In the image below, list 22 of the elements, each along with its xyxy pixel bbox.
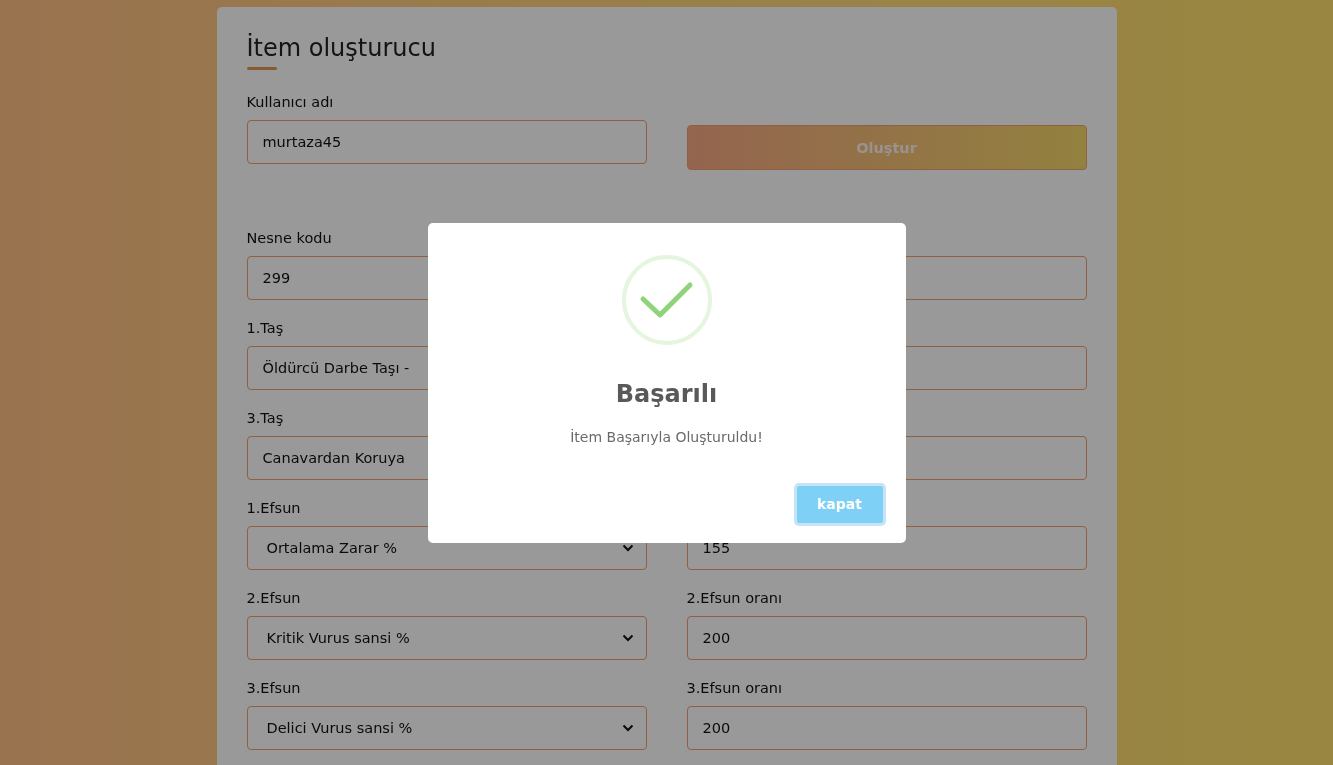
- dialog-message: İtem Başarıyla Oluşturuldu!: [570, 427, 763, 447]
- input-field[interactable]: 200: [686, 706, 1087, 750]
- success-check-icon: [621, 254, 712, 345]
- field-label: 1.Taş: [246, 319, 284, 338]
- field-label: Kullanıcı adı: [246, 93, 334, 112]
- field-label: 3.Efsun: [246, 679, 301, 698]
- page-title: İtem oluşturucu: [246, 33, 436, 63]
- field-label: 1.Efsun: [246, 499, 301, 518]
- field-label: 2.Efsun: [246, 589, 301, 608]
- select-field[interactable]: Delici Vurus sansi %: [246, 706, 647, 750]
- chevron-icon: [621, 544, 634, 552]
- chevron-icon: [621, 634, 634, 642]
- chevron-icon: [621, 724, 634, 732]
- input-field[interactable]: 200: [686, 616, 1087, 660]
- field-label: 3.Taş: [246, 409, 284, 428]
- select-field[interactable]: Kritik Vurus sansi %: [246, 616, 647, 660]
- input-field[interactable]: murtaza45: [246, 120, 647, 164]
- field-label: Nesne kodu: [246, 229, 332, 248]
- field-label: 2.Efsun oranı: [686, 589, 783, 608]
- dialog-title: Başarılı: [615, 378, 718, 409]
- field-label: 3.Efsun oranı: [686, 679, 783, 698]
- title-underline: [246, 67, 277, 70]
